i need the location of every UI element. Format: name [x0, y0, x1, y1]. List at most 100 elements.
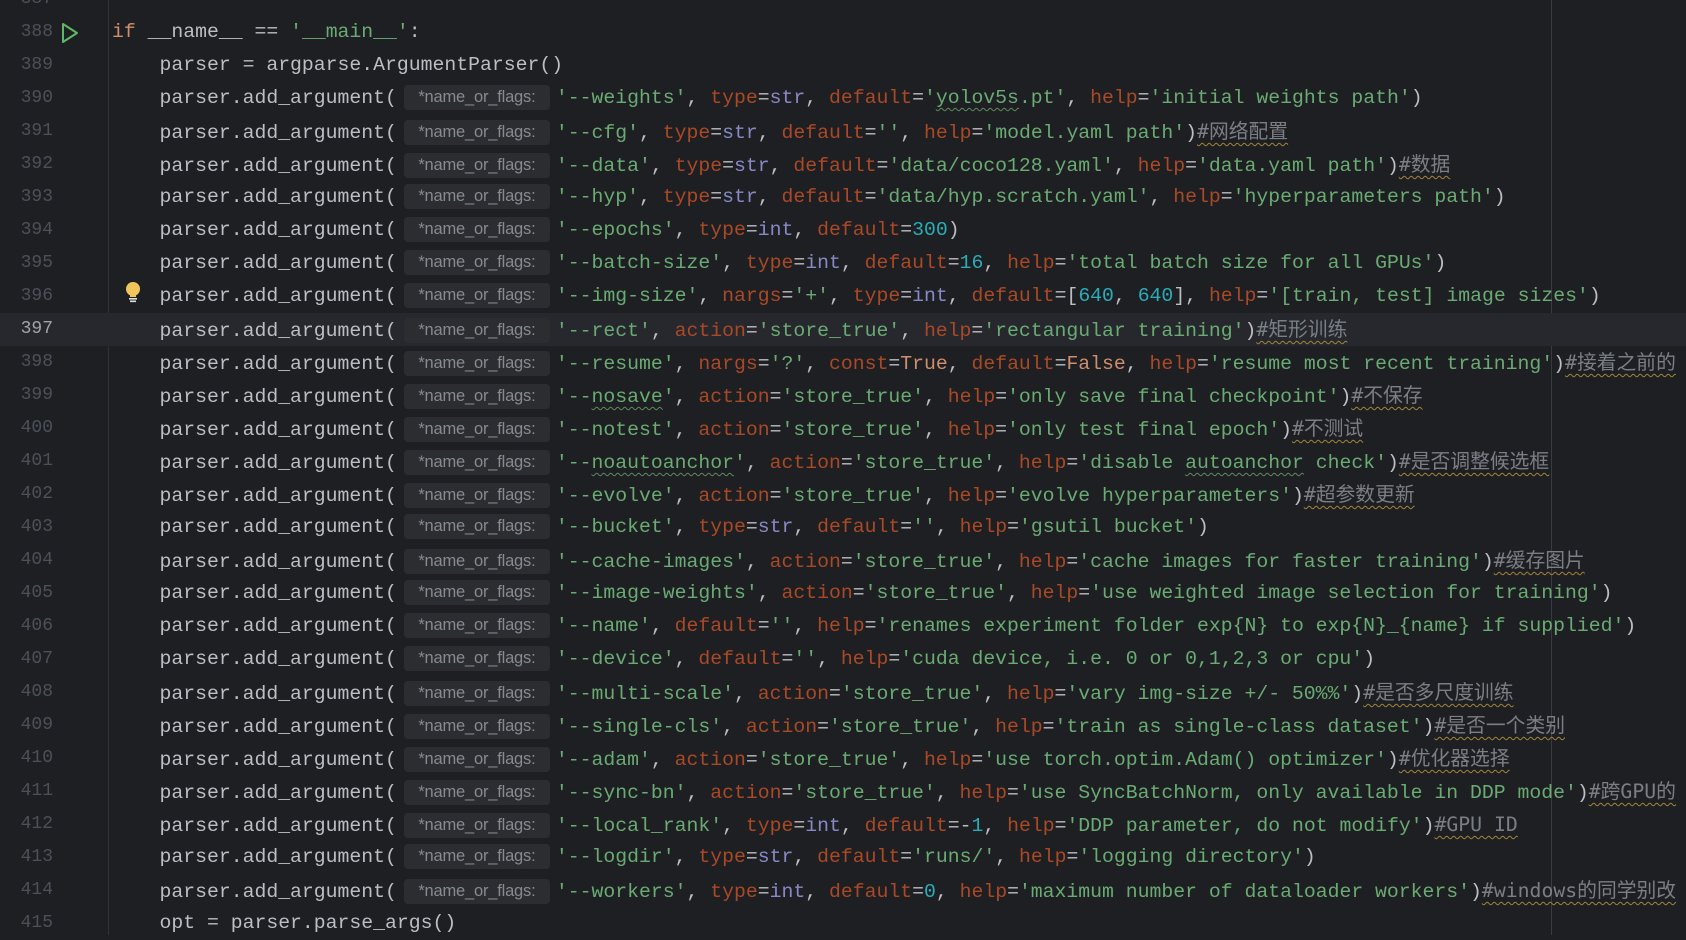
code-token: ,: [757, 186, 782, 208]
code-line[interactable]: 387: [0, 0, 1686, 16]
code-content: parser.add_argument(*name_or_flags: '--mu…: [112, 676, 1514, 711]
line-number[interactable]: 391: [0, 115, 53, 148]
code-line[interactable]: 413 parser.add_argument(*name_or_flags: '…: [0, 841, 1686, 874]
code-content: parser.add_argument(*name_or_flags: '--da…: [112, 148, 1450, 183]
line-number[interactable]: 410: [0, 742, 53, 775]
code-content: parser.add_argument(*name_or_flags: '--hy…: [112, 181, 1506, 214]
code-line[interactable]: 397 parser.add_argument(*name_or_flags: '…: [0, 313, 1686, 346]
line-number[interactable]: 405: [0, 577, 53, 610]
code-content: opt = parser.parse_args(): [112, 907, 456, 940]
line-number[interactable]: 398: [0, 346, 53, 379]
line-number[interactable]: 388: [0, 16, 53, 49]
code-token: '--bucket': [555, 516, 675, 538]
code-token: 'store_true': [828, 716, 972, 738]
code-token: parser.add_argument(: [112, 419, 397, 441]
line-number[interactable]: 396: [0, 280, 53, 313]
code-line[interactable]: 412 parser.add_argument(*name_or_flags: '…: [0, 808, 1686, 841]
code-comment: #优化器选择: [1398, 747, 1510, 770]
code-line[interactable]: 390 parser.add_argument(*name_or_flags: '…: [0, 82, 1686, 115]
code-token: =: [1042, 716, 1055, 738]
line-number[interactable]: 409: [0, 709, 53, 742]
code-token: type: [852, 285, 901, 307]
line-number[interactable]: 387: [0, 0, 53, 16]
code-line[interactable]: 405 parser.add_argument(*name_or_flags: '…: [0, 577, 1686, 610]
code-token: =: [876, 155, 889, 177]
code-line[interactable]: 394 parser.add_argument(*name_or_flags: '…: [0, 214, 1686, 247]
code-token: =: [1007, 782, 1019, 804]
code-token: ): [1197, 516, 1209, 538]
line-number[interactable]: 415: [0, 907, 53, 940]
code-line[interactable]: 398 parser.add_argument(*name_or_flags: '…: [0, 346, 1686, 379]
run-icon[interactable]: [60, 16, 80, 49]
code-line[interactable]: 406 parser.add_argument(*name_or_flags: '…: [0, 610, 1686, 643]
code-line[interactable]: 415 opt = parser.parse_args(): [0, 907, 1686, 940]
code-line[interactable]: 402 parser.add_argument(*name_or_flags: '…: [0, 478, 1686, 511]
code-token: =: [1066, 551, 1079, 573]
code-line[interactable]: 399 parser.add_argument(*name_or_flags: '…: [0, 379, 1686, 412]
code-line[interactable]: 404 parser.add_argument(*name_or_flags: '…: [0, 544, 1686, 577]
line-number[interactable]: 400: [0, 412, 53, 445]
code-token: =: [1078, 582, 1091, 604]
code-token: default: [864, 252, 948, 274]
code-comment: #超参数更新: [1303, 483, 1415, 506]
code-line[interactable]: 410 parser.add_argument(*name_or_flags: '…: [0, 742, 1686, 775]
code-token: ,: [817, 648, 841, 670]
line-number[interactable]: 401: [0, 445, 53, 478]
parameter-hint: *name_or_flags:: [403, 613, 550, 638]
line-number[interactable]: 403: [0, 511, 53, 544]
code-token: 'store_true': [840, 683, 984, 705]
code-line[interactable]: 391 parser.add_argument(*name_or_flags: '…: [0, 115, 1686, 148]
code-line[interactable]: 411 parser.add_argument(*name_or_flags: '…: [0, 775, 1686, 808]
code-token: ,: [947, 285, 972, 307]
code-line[interactable]: 396 parser.add_argument(*name_or_flags: '…: [0, 280, 1686, 313]
code-token: =: [745, 516, 758, 538]
code-line[interactable]: 388 if __name__ == '__main__':: [0, 16, 1686, 49]
code-token: ,: [722, 716, 746, 738]
code-comment: #不保存: [1351, 384, 1423, 407]
code-token: =: [710, 122, 723, 144]
line-number[interactable]: 406: [0, 610, 53, 643]
line-number[interactable]: 392: [0, 148, 53, 181]
code-token: ): [1481, 551, 1494, 573]
code-token: ): [1600, 582, 1613, 604]
code-line[interactable]: 395 parser.add_argument(*name_or_flags: '…: [0, 247, 1686, 280]
code-token: ,: [674, 516, 699, 538]
code-token: action: [769, 551, 841, 573]
code-line[interactable]: 389 parser = argparse.ArgumentParser(): [0, 49, 1686, 82]
code-token: 'DDP parameter, do not modify': [1066, 815, 1423, 837]
code-token: help: [923, 320, 972, 342]
code-line[interactable]: 400 parser.add_argument(*name_or_flags: '…: [0, 412, 1686, 445]
line-number[interactable]: 407: [0, 643, 53, 676]
code-comment: #windows的同学别改: [1481, 879, 1677, 902]
code-line[interactable]: 393 parser.add_argument(*name_or_flags: '…: [0, 181, 1686, 214]
line-number[interactable]: 394: [0, 214, 53, 247]
line-number[interactable]: 399: [0, 379, 53, 412]
line-number[interactable]: 393: [0, 181, 53, 214]
line-number[interactable]: 397: [0, 313, 53, 346]
code-line[interactable]: 408 parser.add_argument(*name_or_flags: '…: [0, 676, 1686, 709]
parameter-hint: *name_or_flags:: [403, 681, 550, 706]
code-line[interactable]: 392 parser.add_argument(*name_or_flags: '…: [0, 148, 1686, 181]
line-number[interactable]: 402: [0, 478, 53, 511]
code-token: ): [1624, 615, 1637, 637]
line-number[interactable]: 413: [0, 841, 53, 874]
code-line[interactable]: 409 parser.add_argument(*name_or_flags: '…: [0, 709, 1686, 742]
line-number[interactable]: 395: [0, 247, 53, 280]
code-token: '+': [793, 285, 829, 307]
code-line[interactable]: 403 parser.add_argument(*name_or_flags: '…: [0, 511, 1686, 544]
line-number[interactable]: 390: [0, 82, 53, 115]
code-comment: #缓存图片: [1493, 549, 1585, 572]
code-editor[interactable]: 387388if __name__ == '__main__':389 pars…: [0, 0, 1686, 940]
line-number[interactable]: 411: [0, 775, 53, 808]
line-number[interactable]: 414: [0, 874, 53, 907]
code-token: =: [1054, 683, 1067, 705]
line-number[interactable]: 408: [0, 676, 53, 709]
line-number[interactable]: 412: [0, 808, 53, 841]
code-line[interactable]: 414 parser.add_argument(*name_or_flags: '…: [0, 874, 1686, 907]
code-token: ,: [674, 846, 699, 868]
parameter-hint: *name_or_flags:: [403, 580, 550, 605]
line-number[interactable]: 404: [0, 544, 53, 577]
code-line[interactable]: 407 parser.add_argument(*name_or_flags: '…: [0, 643, 1686, 676]
line-number[interactable]: 389: [0, 49, 53, 82]
code-line[interactable]: 401 parser.add_argument(*name_or_flags: '…: [0, 445, 1686, 478]
